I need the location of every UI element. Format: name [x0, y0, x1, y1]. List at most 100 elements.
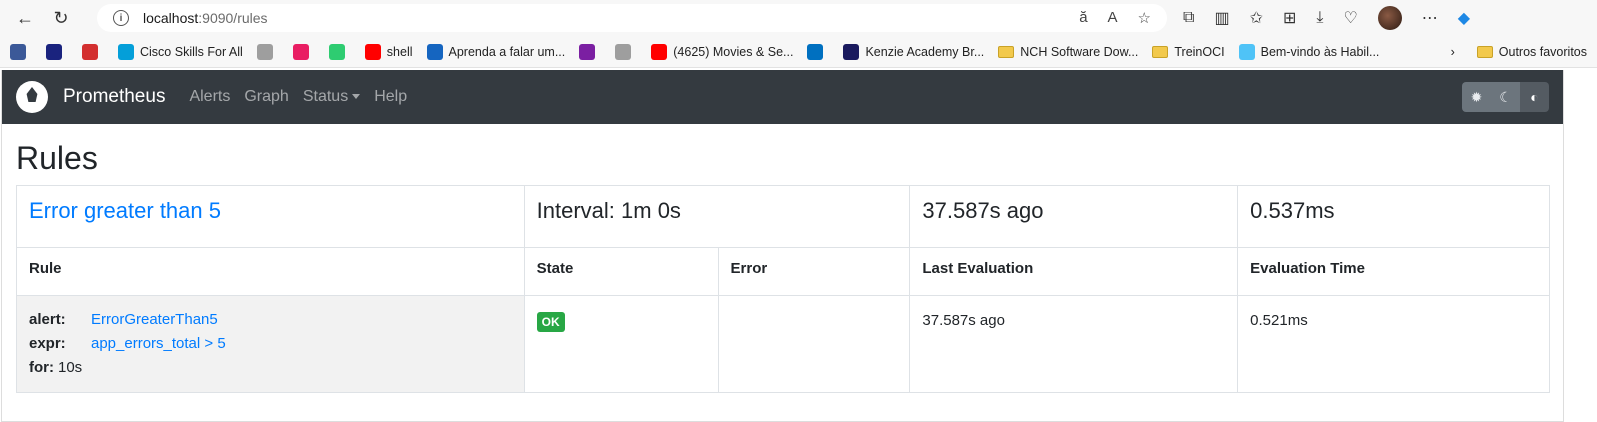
header-eval-time: Evaluation Time — [1237, 247, 1550, 296]
nav-status[interactable]: Status — [302, 88, 361, 106]
rule-error — [717, 295, 911, 393]
rule-state-cell: OK — [523, 295, 719, 393]
bookmark-label: TreinOCI — [1174, 44, 1225, 59]
bookmark-item[interactable] — [807, 43, 829, 60]
group-interval: Interval: 1m 0s — [523, 185, 911, 248]
bookmark-item[interactable]: Bem-vindo às Habil... — [1238, 43, 1380, 60]
bookmark-favicon-icon — [46, 43, 62, 60]
bookmark-item[interactable] — [82, 43, 104, 60]
bookmark-item[interactable] — [256, 43, 279, 60]
table-header-row: Rule State Error Last Evaluation Evaluat… — [16, 247, 1550, 296]
other-favorites-label: Outros favoritos — [1498, 45, 1587, 59]
bookmark-favicon-icon — [1238, 43, 1255, 60]
group-row: Error greater than 5 Interval: 1m 0s 37.… — [16, 185, 1550, 248]
nav-status-label: Status — [302, 88, 349, 105]
bookmark-label: (4625) Movies & Se... — [673, 44, 794, 59]
bookmark-favicon-icon — [118, 43, 134, 60]
downloads-icon[interactable]: ⤓ — [1316, 9, 1323, 27]
group-last-eval: 37.587s ago — [909, 185, 1239, 248]
site-info-icon[interactable]: i — [113, 10, 129, 26]
bookmark-item[interactable] — [46, 43, 68, 60]
bookmark-label: Bem-vindo às Habil... — [1260, 44, 1380, 59]
bookmark-favicon-icon — [364, 43, 381, 60]
bookmark-item[interactable] — [615, 43, 637, 60]
bookmark-favicon-icon — [10, 43, 26, 60]
url-host: localhost — [143, 10, 199, 26]
alert-name-link[interactable]: ErrorGreaterThan5 — [91, 311, 218, 328]
bookmark-item[interactable]: Kenzie Academy Br... — [843, 43, 985, 60]
bookmark-favicon-icon — [82, 43, 98, 60]
group-name-cell: Error greater than 5 — [16, 185, 525, 248]
prometheus-logo-icon[interactable] — [16, 81, 48, 113]
prometheus-app: Prometheus Alerts Graph Status Help ✹ ☾ … — [1, 70, 1564, 422]
navbar: Prometheus Alerts Graph Status Help ✹ ☾ … — [2, 70, 1563, 124]
nav-help[interactable]: Help — [374, 88, 407, 106]
translate-icon[interactable]: ă — [1079, 9, 1087, 27]
extensions-icon[interactable]: ⧉ — [1183, 9, 1194, 27]
bookmark-item[interactable] — [579, 43, 601, 60]
browser-toolbar: ← ↻ i localhost:9090/rules ă A ☆ ⧉ ▥ ✩ … — [0, 0, 1597, 36]
header-last-eval: Last Evaluation — [909, 247, 1239, 296]
url-path: :9090/rules — [198, 10, 268, 26]
bookmark-item[interactable] — [10, 43, 32, 60]
favorites-icon[interactable]: ✩ — [1250, 8, 1263, 28]
bookmark-favicon-icon — [256, 43, 273, 60]
bookmark-favicon-icon — [426, 43, 443, 60]
folder-icon — [1476, 46, 1493, 58]
status-badge: OK — [536, 312, 565, 332]
bookmark-favicon-icon — [292, 43, 309, 60]
table-row: alert: ErrorGreaterThan5 expr: app_errors_… — [16, 295, 1550, 393]
rule-eval-time: 0.521ms — [1237, 295, 1550, 393]
bookmark-item[interactable]: shell — [364, 43, 413, 60]
header-rule: Rule — [16, 247, 525, 296]
brand[interactable]: Prometheus — [63, 86, 165, 108]
collections-icon[interactable]: ⊞ — [1283, 8, 1296, 28]
bookmark-item[interactable] — [292, 43, 315, 60]
page-title: Rules — [16, 140, 98, 176]
bookmark-favicon-icon — [579, 43, 596, 60]
profile-avatar[interactable] — [1377, 6, 1402, 30]
read-aloud-icon[interactable]: A — [1108, 9, 1118, 27]
address-bar[interactable]: i localhost:9090/rules ă A ☆ — [97, 4, 1167, 32]
header-state: State — [523, 247, 719, 296]
bookmark-item[interactable] — [328, 43, 351, 60]
back-icon[interactable]: ← — [10, 3, 40, 33]
bookmark-favicon-icon — [807, 43, 824, 60]
split-screen-icon[interactable]: ▥ — [1214, 8, 1229, 28]
bookmark-label: NCH Software Dow... — [1020, 44, 1139, 59]
caret-down-icon — [352, 94, 361, 100]
bookmark-favicon-icon — [615, 43, 632, 60]
nav-alerts[interactable]: Alerts — [189, 88, 230, 106]
bookmark-label: Kenzie Academy Br... — [865, 44, 985, 59]
bookmark-favicon-icon — [328, 43, 345, 60]
bookmarks-bar: Cisco Skills For All shell Aprenda a falar… — [0, 36, 1597, 68]
bookmark-item[interactable]: Cisco Skills For All — [118, 43, 243, 60]
more-menu-icon[interactable]: ⋯ — [1422, 8, 1438, 28]
bookmark-item[interactable]: Aprenda a falar um... — [426, 43, 566, 60]
copilot-icon[interactable]: ◆ — [1458, 8, 1470, 28]
rule-definition: alert: ErrorGreaterThan5 expr: app_errors_… — [16, 295, 525, 393]
theme-toggle: ✹ ☾ ◐ — [1462, 82, 1549, 112]
reload-icon[interactable]: ↻ — [46, 3, 76, 33]
bookmark-item[interactable]: (4625) Movies & Se... — [651, 43, 794, 60]
bookmark-label: Aprenda a falar um... — [448, 44, 566, 59]
rule-last-eval: 37.587s ago — [909, 295, 1239, 393]
folder-icon — [1152, 45, 1169, 58]
light-theme-icon[interactable]: ✹ — [1462, 82, 1491, 112]
chevron-right-icon[interactable]: › — [1451, 45, 1455, 59]
group-name-link[interactable]: Error greater than 5 — [29, 198, 221, 223]
browser-essentials-icon[interactable]: ♡ — [1343, 8, 1357, 28]
bookmark-item[interactable]: NCH Software Dow... — [998, 45, 1138, 59]
bookmark-favicon-icon — [843, 43, 860, 60]
nav-graph[interactable]: Graph — [244, 88, 288, 106]
favorite-star-icon[interactable]: ☆ — [1138, 9, 1151, 27]
for-key: for: — [29, 359, 54, 376]
bookmark-item[interactable]: TreinOCI — [1152, 44, 1225, 59]
dark-theme-icon[interactable]: ☾ — [1491, 82, 1520, 112]
other-favorites[interactable]: › Outros favoritos — [1451, 36, 1587, 68]
expr-link[interactable]: app_errors_total > 5 — [91, 335, 226, 352]
alert-key: alert: — [29, 311, 66, 328]
folder-icon — [998, 45, 1015, 58]
auto-theme-icon[interactable]: ◐ — [1520, 82, 1549, 112]
expr-key: expr: — [29, 335, 66, 352]
